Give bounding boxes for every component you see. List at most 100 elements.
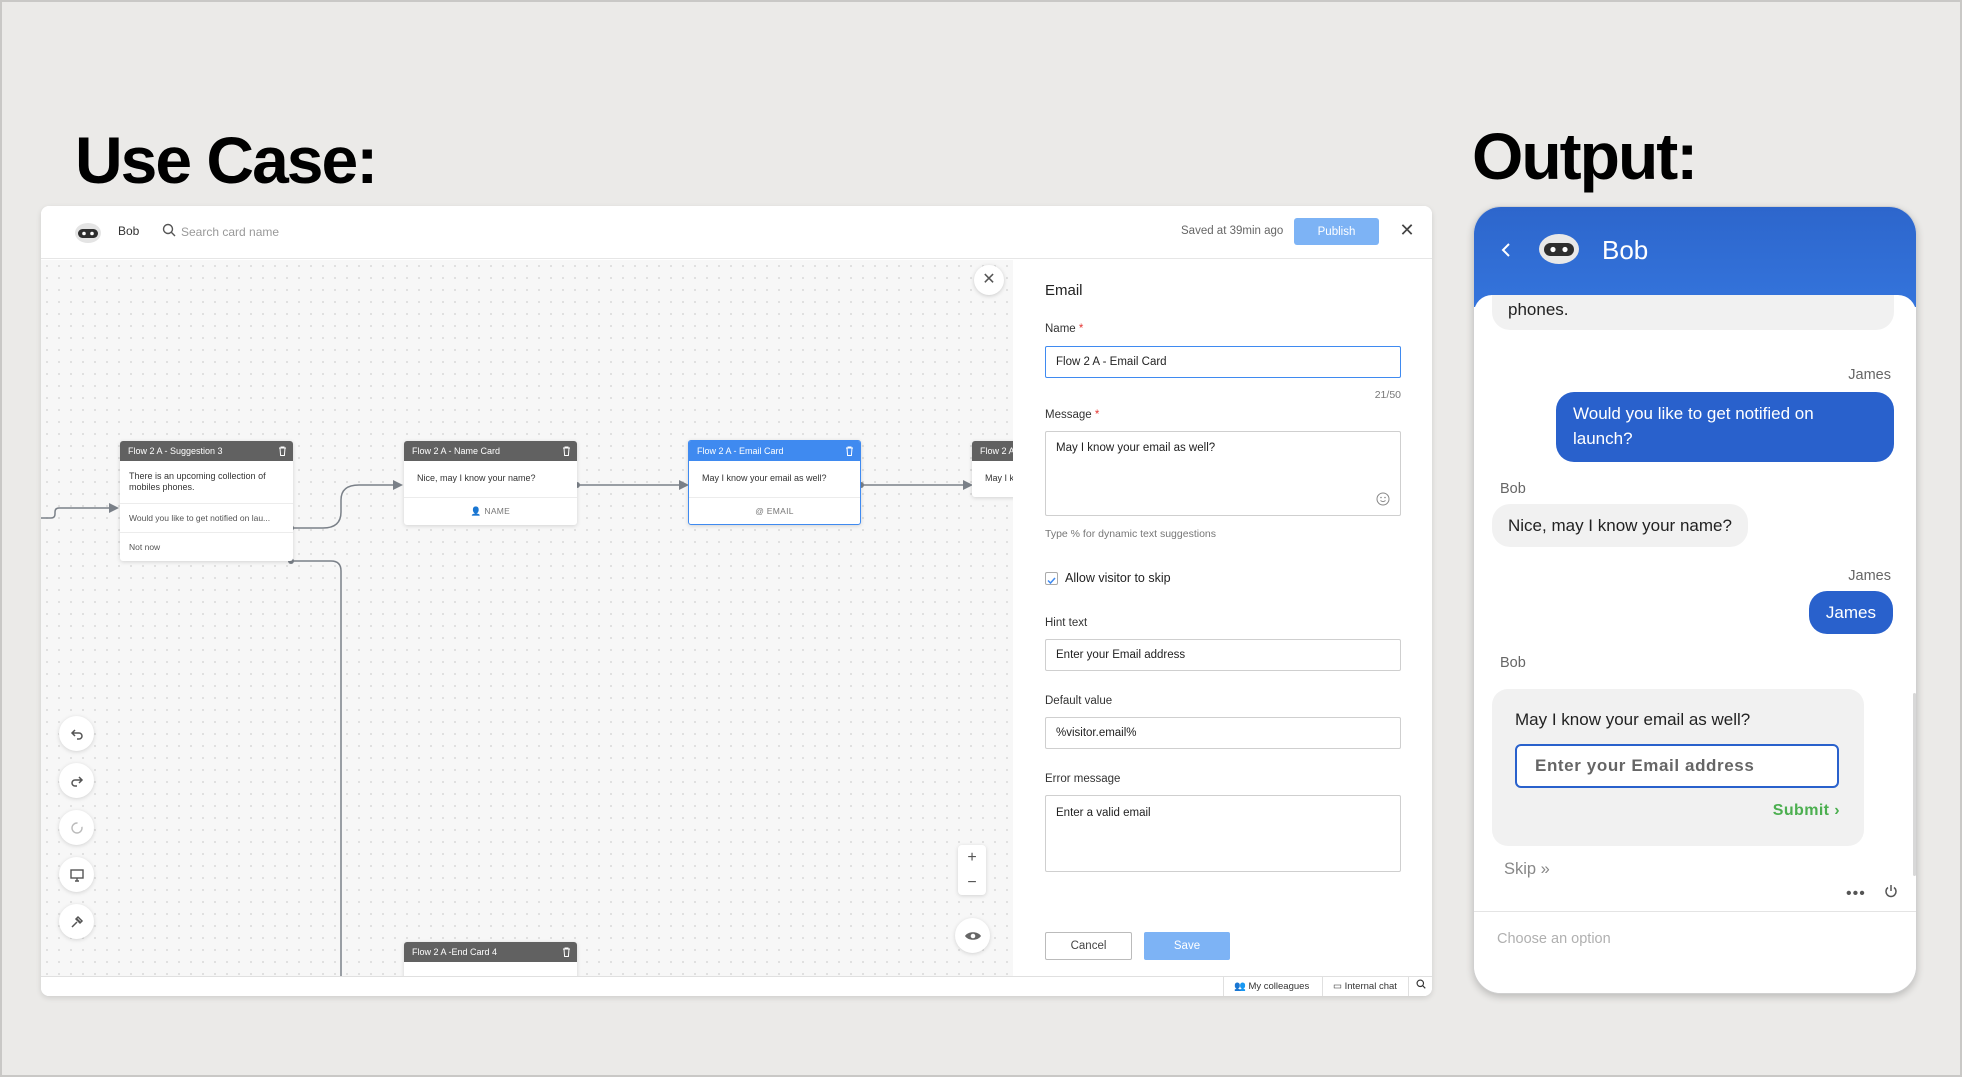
- error-message-label: Error message: [1045, 773, 1121, 785]
- check-icon: [1047, 577, 1056, 585]
- card-message: May I k: [985, 473, 1013, 483]
- card-title: Flow 2 A - Name Card: [412, 446, 501, 456]
- trash-icon[interactable]: [278, 446, 287, 456]
- cancel-button[interactable]: Cancel: [1045, 932, 1132, 960]
- message-text: May I know your email as well?: [1056, 442, 1216, 454]
- card-footer: @ EMAIL: [689, 497, 860, 524]
- card-settings-panel: Email Name * 21/50 Message * May I know …: [1013, 260, 1432, 976]
- bot-sender-name: Bob: [1500, 655, 1526, 671]
- card-option[interactable]: Would you like to get notified on lau...: [120, 503, 293, 532]
- people-icon: 👥: [1234, 981, 1249, 992]
- hint-text-field[interactable]: [1045, 639, 1401, 671]
- flow-card-end[interactable]: Flow 2 A -End Card 4: [404, 942, 577, 976]
- card-header: Flow 2 A: [972, 441, 1013, 461]
- flow-card-next[interactable]: Flow 2 A May I k: [972, 441, 1013, 497]
- user-message-bubble: James: [1808, 591, 1893, 634]
- default-value-label: Default value: [1045, 695, 1113, 707]
- name-counter: 21/50: [1374, 389, 1401, 401]
- trash-icon[interactable]: [562, 446, 571, 456]
- search-card-input[interactable]: [181, 218, 401, 246]
- visibility-button[interactable]: [955, 918, 990, 953]
- error-message-field[interactable]: Enter a valid email: [1045, 795, 1401, 872]
- card-header: Flow 2 A - Name Card: [404, 441, 577, 461]
- back-icon[interactable]: [1498, 240, 1514, 260]
- card-header: Flow 2 A - Email Card: [689, 441, 860, 461]
- chat-widget: Bob phones. James Would you like to get …: [1473, 206, 1917, 994]
- email-question: May I know your email as well?: [1515, 710, 1751, 729]
- person-icon: 👤: [470, 506, 485, 516]
- redo-icon: [70, 775, 83, 787]
- card-title: Flow 2 A - Email Card: [697, 446, 784, 456]
- bot-message-bubble: Nice, may I know your name?: [1492, 504, 1748, 547]
- chat-icon: ▭: [1333, 981, 1345, 992]
- default-value-field[interactable]: [1045, 717, 1401, 749]
- chat-title: Bob: [1602, 235, 1649, 265]
- card-option[interactable]: Not now: [120, 532, 293, 561]
- zoom-out-button[interactable]: −: [958, 870, 986, 895]
- name-label: Name *: [1045, 323, 1084, 335]
- publish-button[interactable]: Publish: [1294, 218, 1379, 245]
- emoji-icon[interactable]: [1376, 492, 1390, 506]
- flow-canvas[interactable]: Flow 2 A - Suggestion 3 There is an upco…: [41, 260, 1013, 976]
- output-heading: Output:: [1472, 119, 1698, 193]
- bot-builder-window: Bob Saved at 39min ago Publish ✕: [41, 206, 1432, 996]
- trash-icon[interactable]: [845, 446, 854, 456]
- saved-status: Saved at 39min ago: [1181, 225, 1284, 237]
- chat-header: Bob: [1474, 207, 1916, 307]
- card-header: Flow 2 A -End Card 4: [404, 942, 577, 962]
- message-field[interactable]: May I know your email as well?: [1045, 431, 1401, 516]
- card-footer-label: EMAIL: [766, 506, 794, 516]
- search-icon: [1416, 979, 1426, 989]
- close-icon[interactable]: ✕: [1398, 221, 1416, 239]
- user-sender-name: James: [1848, 367, 1891, 383]
- flow-card-email[interactable]: Flow 2 A - Email Card May I know your em…: [688, 440, 861, 525]
- card-title: Flow 2 A: [980, 446, 1013, 456]
- chat-scrollbar[interactable]: [1913, 693, 1916, 876]
- email-input[interactable]: [1515, 744, 1839, 788]
- save-button[interactable]: Save: [1144, 932, 1230, 960]
- flow-card-suggestion[interactable]: Flow 2 A - Suggestion 3 There is an upco…: [120, 441, 293, 561]
- more-options-icon[interactable]: •••: [1846, 885, 1866, 903]
- panel-close-icon[interactable]: ✕: [974, 265, 1004, 295]
- user-message-bubble: Would you like to get notified on launch…: [1556, 392, 1894, 462]
- skip-link[interactable]: Skip »: [1504, 860, 1550, 879]
- card-title: Flow 2 A - Suggestion 3: [128, 446, 223, 456]
- preview-button[interactable]: [59, 857, 94, 892]
- card-message: May I know your email as well?: [702, 473, 827, 483]
- flow-card-name[interactable]: Flow 2 A - Name Card Nice, may I know yo…: [404, 441, 577, 525]
- eye-icon: [964, 931, 981, 940]
- bot-avatar-icon: [75, 223, 101, 243]
- use-case-heading: Use Case:: [75, 123, 378, 197]
- refresh-button[interactable]: [59, 810, 94, 845]
- card-footer: 👤 NAME: [404, 497, 577, 525]
- allow-skip-label: Allow visitor to skip: [1065, 571, 1171, 585]
- internal-chat-button[interactable]: ▭ Internal chat: [1322, 977, 1408, 996]
- pin-button[interactable]: [59, 904, 94, 939]
- bot-message-text: phones.: [1508, 300, 1569, 319]
- bot-name: Bob: [118, 224, 140, 238]
- trash-icon[interactable]: [562, 947, 571, 957]
- hint-text-label: Hint text: [1045, 617, 1088, 629]
- allow-skip-checkbox[interactable]: [1045, 572, 1058, 585]
- my-colleagues-button[interactable]: 👥 My colleagues: [1223, 977, 1322, 996]
- refresh-icon: [70, 821, 83, 834]
- status-search-button[interactable]: [1408, 977, 1432, 996]
- chat-messages[interactable]: phones. James Would you like to get noti…: [1474, 295, 1916, 911]
- card-message: There is an upcoming collection of mobil…: [129, 471, 266, 492]
- submit-button[interactable]: Submit ›: [1773, 802, 1840, 820]
- panel-title: Email: [1045, 282, 1083, 299]
- name-field[interactable]: [1045, 346, 1401, 378]
- zoom-in-button[interactable]: +: [958, 845, 986, 870]
- builder-topbar: Bob Saved at 39min ago Publish ✕: [41, 206, 1432, 259]
- redo-button[interactable]: [59, 763, 94, 798]
- choose-option-input[interactable]: [1497, 924, 1877, 954]
- message-hint: Type % for dynamic text suggestions: [1045, 528, 1216, 540]
- power-icon[interactable]: [1883, 883, 1899, 899]
- status-bar: 👥 My colleagues ▭ Internal chat: [41, 976, 1432, 996]
- bot-message-bubble: phones.: [1492, 295, 1894, 330]
- chat-footer: [1474, 911, 1916, 993]
- flow-connectors: [41, 480, 973, 976]
- undo-button[interactable]: [59, 716, 94, 751]
- bot-avatar-icon: [1539, 234, 1579, 264]
- card-title: Flow 2 A -End Card 4: [412, 947, 498, 957]
